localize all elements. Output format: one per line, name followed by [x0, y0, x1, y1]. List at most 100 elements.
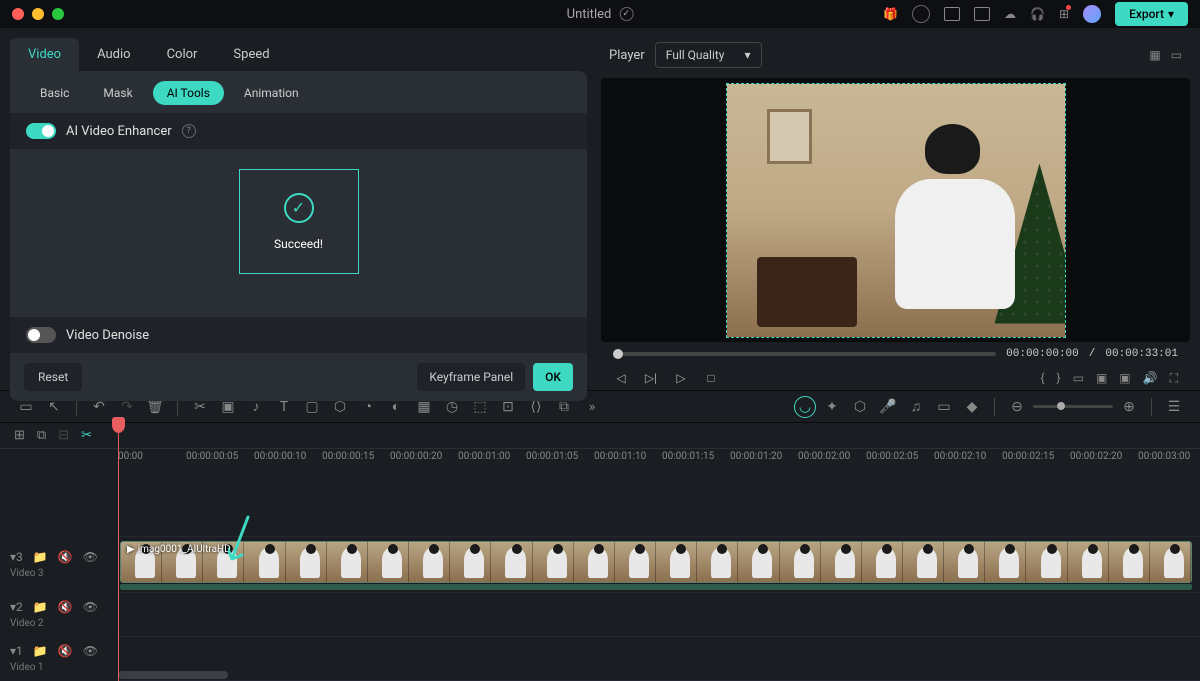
- video-frame[interactable]: [726, 83, 1066, 338]
- subtab-basic[interactable]: Basic: [26, 81, 83, 105]
- subtab-aitools[interactable]: AI Tools: [153, 81, 224, 105]
- minimize-window[interactable]: [32, 8, 44, 20]
- crop-icon[interactable]: ▣: [1096, 371, 1107, 385]
- avatar-icon[interactable]: [1083, 5, 1101, 23]
- tab-video[interactable]: Video: [10, 38, 79, 71]
- marker-icon[interactable]: ▭: [1073, 371, 1084, 385]
- zoom-in-icon[interactable]: ⊕: [1117, 395, 1141, 419]
- apps-icon[interactable]: ⊞: [1059, 7, 1069, 21]
- redo-icon[interactable]: ↷: [115, 395, 139, 419]
- video-clip[interactable]: ▶imag0001_AIUltraHD: [120, 541, 1192, 583]
- track-video-1[interactable]: ▾1 📁 🔇 👁 Video 1: [118, 637, 1200, 681]
- clip-name: imag0001_AIUltraHD: [138, 544, 231, 555]
- folder-icon[interactable]: 📁: [33, 550, 48, 564]
- track-label: Video 2: [10, 618, 108, 629]
- current-time: 00:00:00:00: [1006, 348, 1079, 360]
- list-view-icon[interactable]: ☰: [1162, 395, 1186, 419]
- denoise-label: Video Denoise: [66, 328, 149, 343]
- fullscreen-icon[interactable]: ⛶: [1170, 371, 1178, 386]
- visibility-icon[interactable]: 👁: [83, 550, 98, 564]
- visibility-icon[interactable]: 👁: [83, 600, 98, 614]
- brace-right-icon[interactable]: }: [1057, 371, 1061, 385]
- subtab-mask[interactable]: Mask: [89, 81, 146, 105]
- succeed-text: Succeed!: [274, 237, 323, 251]
- player-label: Player: [609, 48, 645, 63]
- video-subtabs: Basic Mask AI Tools Animation: [10, 71, 587, 113]
- folder-icon[interactable]: 📁: [33, 600, 48, 614]
- link-tracks-icon[interactable]: ⧉: [37, 428, 46, 443]
- timeline-controls: ⊞ ⧉ ⊟ ✂: [0, 423, 1200, 449]
- time-ruler[interactable]: 00:0000:00:00:0500:00:00:1000:00:00:1500…: [0, 449, 1200, 473]
- volume-icon[interactable]: 🔊: [1143, 371, 1158, 385]
- reset-button[interactable]: Reset: [24, 363, 82, 391]
- audio-waveform[interactable]: [120, 584, 1192, 590]
- snap-icon[interactable]: ⊞: [14, 428, 25, 443]
- chevron-down-icon: ▾: [1168, 7, 1174, 21]
- titlebar-actions: 🎁 ☁ 🎧 ⊞ Export ▾: [883, 2, 1188, 26]
- pip-icon[interactable]: ▭: [932, 395, 956, 419]
- close-window[interactable]: [12, 8, 24, 20]
- scrub-row: 00:00:00:00 / 00:00:33:01: [601, 342, 1190, 366]
- cloud-sync-icon[interactable]: ✓: [619, 7, 633, 21]
- compare-icon[interactable]: ▦: [1149, 48, 1160, 62]
- tab-audio[interactable]: Audio: [79, 38, 148, 71]
- cloud-icon[interactable]: ☁: [1004, 7, 1016, 21]
- enhancer-label: AI Video Enhancer: [66, 124, 172, 139]
- playhead[interactable]: [118, 423, 119, 681]
- track-type-icon[interactable]: ▾2: [10, 600, 23, 614]
- horizontal-scrollbar[interactable]: [118, 671, 228, 679]
- tab-speed[interactable]: Speed: [215, 38, 287, 71]
- chevron-down-icon: ▾: [745, 48, 751, 62]
- track-type-icon[interactable]: ▾3: [10, 550, 23, 564]
- mute-icon[interactable]: 🔇: [58, 550, 73, 564]
- audio-track-icon[interactable]: ♫: [904, 395, 928, 419]
- magnet-icon[interactable]: ⊟: [58, 428, 69, 443]
- window-controls: [12, 8, 64, 20]
- brace-left-icon[interactable]: {: [1040, 371, 1044, 385]
- export-button[interactable]: Export ▾: [1115, 2, 1188, 26]
- play-icon[interactable]: ▷: [673, 370, 689, 386]
- prev-frame-icon[interactable]: ◁: [613, 370, 629, 386]
- help-icon[interactable]: ?: [182, 124, 196, 138]
- video-viewer[interactable]: [601, 78, 1190, 342]
- track-header-2: ▾2 📁 🔇 👁 Video 2: [0, 593, 118, 636]
- denoise-toggle[interactable]: [26, 327, 56, 343]
- keyframe-panel-button[interactable]: Keyframe Panel: [417, 363, 525, 391]
- gift-icon[interactable]: 🎁: [883, 7, 898, 21]
- inspector-panel: Video Audio Color Speed Basic Mask AI To…: [0, 28, 597, 390]
- zoom-slider[interactable]: [1033, 405, 1113, 408]
- track-spacer: [118, 473, 1200, 537]
- zoom-out-icon[interactable]: ⊖: [1005, 395, 1029, 419]
- badge-icon[interactable]: ✦: [820, 395, 844, 419]
- save-icon[interactable]: [974, 7, 990, 21]
- track-video-2[interactable]: ▾2 📁 🔇 👁 Video 2: [118, 593, 1200, 637]
- title-text: Untitled: [567, 7, 612, 22]
- quality-dropdown[interactable]: Full Quality ▾: [655, 42, 762, 68]
- stop-icon[interactable]: □: [703, 370, 719, 386]
- keyframe-icon[interactable]: ◆: [960, 395, 984, 419]
- subtab-animation[interactable]: Animation: [230, 81, 313, 105]
- ok-button[interactable]: OK: [533, 363, 573, 391]
- snapshot-icon[interactable]: ▭: [1171, 48, 1182, 62]
- succeed-indicator: ✓ Succeed!: [239, 169, 359, 274]
- track-video-3[interactable]: ▾3 📁 🔇 👁 Video 3 ▶imag0001_AIUltraHD: [118, 537, 1200, 593]
- player-header: Player Full Quality ▾ ▦ ▭: [601, 38, 1190, 78]
- mic-icon[interactable]: 🎤: [876, 395, 900, 419]
- layout-icon[interactable]: [944, 7, 960, 21]
- camera-icon[interactable]: ▣: [1119, 371, 1130, 385]
- headphones-icon[interactable]: 🎧: [1030, 7, 1045, 21]
- tab-color[interactable]: Color: [149, 38, 216, 71]
- mute-icon[interactable]: 🔇: [58, 600, 73, 614]
- scrub-bar[interactable]: [613, 352, 996, 356]
- track-label: Video 3: [10, 568, 108, 579]
- enhancer-toggle[interactable]: [26, 123, 56, 139]
- record-icon[interactable]: [912, 5, 930, 23]
- shield-icon[interactable]: ⬡: [848, 395, 872, 419]
- auto-ripple-icon[interactable]: ✂: [81, 428, 92, 443]
- maximize-window[interactable]: [52, 8, 64, 20]
- ai-robot-icon[interactable]: ◡: [794, 396, 816, 418]
- quality-value: Full Quality: [666, 48, 725, 62]
- annotation-arrow: [228, 515, 258, 568]
- play-reverse-icon[interactable]: ▷|: [643, 370, 659, 386]
- player-panel: Player Full Quality ▾ ▦ ▭ 00:00: [597, 28, 1200, 390]
